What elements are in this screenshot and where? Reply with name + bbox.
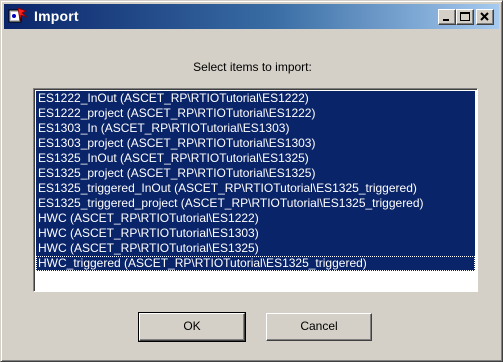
list-item[interactable]: ES1325_InOut (ASCET_RP\RTIOTutorial\ES13…: [36, 151, 475, 166]
list-item[interactable]: ES1303_project (ASCET_RP\RTIOTutorial\ES…: [36, 136, 475, 151]
list-item[interactable]: HWC (ASCET_RP\RTIOTutorial\ES1222): [36, 211, 475, 226]
list-item[interactable]: HWC (ASCET_RP\RTIOTutorial\ES1325): [36, 241, 475, 256]
cancel-button-label: Cancel: [300, 319, 338, 333]
list-content: ES1222_InOut (ASCET_RP\RTIOTutorial\ES12…: [36, 91, 475, 289]
window-title: Import: [34, 8, 79, 24]
list-item[interactable]: ES1222_InOut (ASCET_RP\RTIOTutorial\ES12…: [36, 91, 475, 106]
list-item[interactable]: ES1325_triggered_project (ASCET_RP\RTIOT…: [36, 196, 475, 211]
import-items-listbox[interactable]: ES1222_InOut (ASCET_RP\RTIOTutorial\ES12…: [33, 88, 478, 292]
maximize-button[interactable]: [456, 9, 474, 25]
list-item[interactable]: ES1303_In (ASCET_RP\RTIOTutorial\ES1303): [36, 121, 475, 136]
title-bar[interactable]: Import: [4, 4, 499, 29]
minimize-icon: [443, 19, 449, 21]
list-item[interactable]: ES1325_triggered_InOut (ASCET_RP\RTIOTut…: [36, 181, 475, 196]
list-item[interactable]: ES1325_project (ASCET_RP\RTIOTutorial\ES…: [36, 166, 475, 181]
list-item[interactable]: ES1222_project (ASCET_RP\RTIOTutorial\ES…: [36, 106, 475, 121]
import-app-icon: [8, 7, 28, 25]
ok-button-label: OK: [183, 319, 201, 333]
close-button[interactable]: [476, 9, 494, 25]
cancel-button[interactable]: Cancel: [266, 313, 372, 341]
list-item[interactable]: HWC (ASCET_RP\RTIOTutorial\ES1303): [36, 226, 475, 241]
ok-button[interactable]: OK: [138, 312, 246, 342]
minimize-button[interactable]: [438, 9, 456, 25]
import-dialog: Import Select items to import: ES1222_In…: [0, 0, 503, 362]
close-icon: [480, 12, 489, 21]
list-item-focused[interactable]: HWC_triggered (ASCET_RP\RTIOTutorial\ES1…: [36, 256, 475, 271]
maximize-icon: [460, 12, 470, 21]
prompt-label: Select items to import:: [193, 60, 312, 74]
